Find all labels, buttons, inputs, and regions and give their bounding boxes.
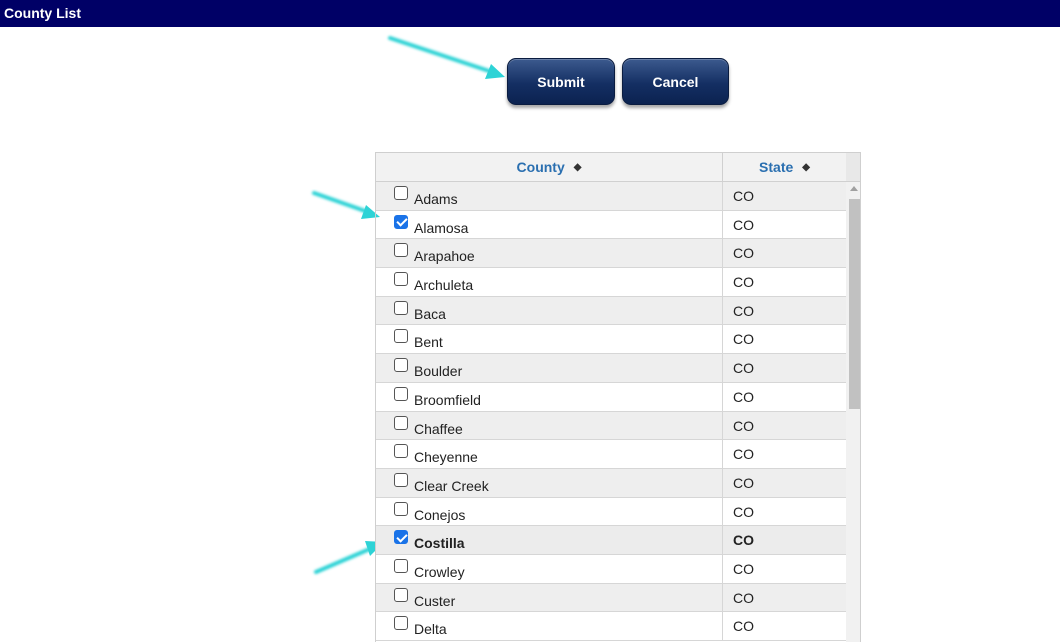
county-cell: Adams <box>376 182 723 210</box>
arrow-to-alamosa-icon <box>312 191 380 219</box>
column-header-county-label: County <box>516 159 565 175</box>
county-name: Boulder <box>414 363 463 380</box>
row-checkbox[interactable] <box>394 530 408 545</box>
table-row[interactable]: Arapahoe CO <box>376 239 846 269</box>
county-cell: Arapahoe <box>376 239 723 268</box>
county-cell: Boulder <box>376 354 723 382</box>
sort-icon: ◆ <box>802 161 810 173</box>
county-name: Broomfield <box>414 391 481 408</box>
scroll-up-arrow-icon[interactable] <box>850 186 858 191</box>
state-cell: CO <box>733 417 754 434</box>
county-name: Costilla <box>414 535 465 552</box>
county-cell: Bent <box>376 325 723 354</box>
county-cell: Alamosa <box>376 210 723 239</box>
state-cell: CO <box>733 188 754 204</box>
row-checkbox[interactable] <box>394 444 408 459</box>
county-name: Delta <box>414 621 447 638</box>
county-name: Conejos <box>414 506 466 523</box>
row-checkbox[interactable] <box>394 501 408 516</box>
table-row[interactable]: Baca CO <box>376 296 846 326</box>
county-cell: Chaffee <box>376 411 723 440</box>
state-cell: CO <box>733 532 754 549</box>
row-checkbox[interactable] <box>394 472 408 487</box>
row-checkbox[interactable] <box>394 616 408 631</box>
state-cell: CO <box>733 245 754 262</box>
header-scroll-gap <box>846 153 860 182</box>
county-name: Bent <box>414 334 443 351</box>
county-cell: Custer <box>376 583 723 612</box>
state-cell: CO <box>733 589 754 606</box>
row-checkbox[interactable] <box>394 214 408 229</box>
row-checkbox[interactable] <box>394 558 408 573</box>
column-header-state-label: State <box>759 159 794 175</box>
state-cell: CO <box>733 216 754 233</box>
row-checkbox[interactable] <box>394 300 408 315</box>
vertical-scrollbar[interactable] <box>846 182 860 642</box>
table-row[interactable]: Boulder CO <box>376 354 846 383</box>
county-name: Adams <box>414 191 458 207</box>
grid-body: Adams CO Alamosa CO Arapahoe CO Archuleta CO Bac… <box>376 182 846 641</box>
county-cell: Broomfield <box>376 382 723 411</box>
county-cell: Conejos <box>376 497 723 526</box>
table-row[interactable]: Adams CO <box>376 182 846 211</box>
state-cell: CO <box>733 503 754 520</box>
column-header-county[interactable]: County ◆ <box>376 153 723 181</box>
state-cell: CO <box>733 388 754 405</box>
table-row[interactable]: Broomfield CO <box>376 382 846 412</box>
column-header-state[interactable]: State ◆ <box>723 153 846 181</box>
table-row[interactable]: Clear Creek CO <box>376 468 846 498</box>
table-row[interactable]: Chaffee CO <box>376 411 846 441</box>
county-cell: Baca <box>376 296 723 325</box>
county-cell: Crowley <box>376 554 723 583</box>
arrow-to-costilla-icon <box>314 541 384 574</box>
county-name: Crowley <box>414 563 465 580</box>
scroll-thumb[interactable] <box>849 199 860 409</box>
table-row[interactable]: Conejos CO <box>376 497 846 527</box>
row-checkbox[interactable] <box>394 329 408 344</box>
table-row[interactable]: Bent CO <box>376 325 846 355</box>
table-row[interactable]: Custer CO <box>376 583 846 613</box>
row-checkbox[interactable] <box>394 587 408 602</box>
county-cell: Delta <box>376 612 723 640</box>
row-checkbox[interactable] <box>394 386 408 401</box>
county-name: Chaffee <box>414 420 463 437</box>
sort-icon: ◆ <box>573 161 582 173</box>
row-checkbox[interactable] <box>394 272 408 287</box>
county-cell: Costilla <box>376 526 723 554</box>
row-checkbox[interactable] <box>394 358 408 373</box>
county-cell: Cheyenne <box>376 440 723 468</box>
arrow-to-submit-icon <box>388 36 505 79</box>
row-checkbox[interactable] <box>394 243 408 258</box>
state-cell: CO <box>733 331 754 348</box>
state-cell: CO <box>733 302 754 319</box>
county-name: Archuleta <box>414 277 474 294</box>
county-grid: County ◆ State ◆ Adams CO Alamosa CO Arapaho… <box>375 152 861 642</box>
grid-header: County ◆ State ◆ <box>376 153 846 182</box>
state-cell: CO <box>733 446 754 463</box>
state-cell: CO <box>733 560 754 577</box>
state-cell: CO <box>733 360 754 377</box>
table-row[interactable]: Crowley CO <box>376 554 846 584</box>
row-checkbox[interactable] <box>394 186 408 200</box>
county-name: Arapahoe <box>414 248 475 265</box>
county-name: Alamosa <box>414 219 469 236</box>
table-row[interactable]: Alamosa CO <box>376 210 846 240</box>
county-name: Custer <box>414 592 456 609</box>
county-cell: Archuleta <box>376 268 723 296</box>
row-checkbox[interactable] <box>394 415 408 430</box>
county-name: Baca <box>414 305 446 322</box>
state-cell: CO <box>733 474 754 491</box>
table-row[interactable]: Archuleta CO <box>376 268 846 297</box>
table-row[interactable]: Costilla CO <box>376 526 846 555</box>
county-name: Clear Creek <box>414 477 489 494</box>
state-cell: CO <box>733 274 754 291</box>
county-name: Cheyenne <box>414 449 478 466</box>
table-row[interactable]: Delta CO <box>376 612 846 641</box>
state-cell: CO <box>733 618 754 635</box>
table-row[interactable]: Cheyenne CO <box>376 440 846 469</box>
county-cell: Clear Creek <box>376 468 723 497</box>
